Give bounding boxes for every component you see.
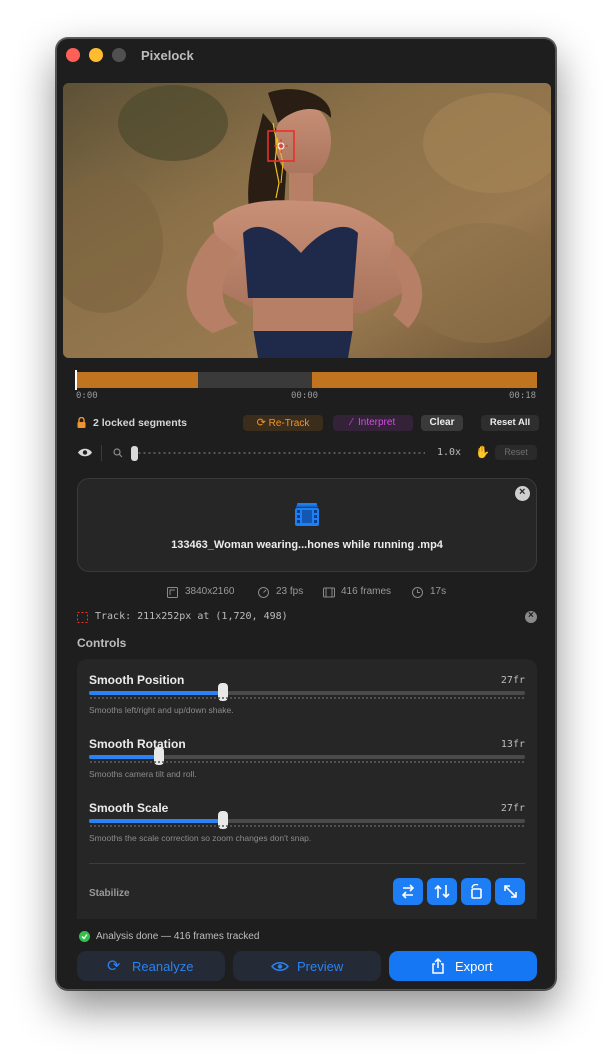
tracking-frame-icon xyxy=(77,612,88,623)
retrack-button[interactable]: ⟳ Re-Track xyxy=(243,415,323,431)
file-card[interactable]: 133463_Woman wearing...hones while runni… xyxy=(77,478,537,572)
playhead[interactable] xyxy=(75,370,77,390)
stabilize-label: Stabilize xyxy=(89,888,130,899)
minimize-window-button[interactable] xyxy=(89,48,103,62)
smooth-scale-control: Smooth Scale 27fr Smooths the scale corr… xyxy=(89,801,525,865)
window-title: Pixelock xyxy=(141,48,194,63)
export-button[interactable]: Export xyxy=(389,951,537,981)
zoom-value: 1.0x xyxy=(437,447,462,458)
hand-icon[interactable]: ✋ xyxy=(475,445,490,459)
slider-fill xyxy=(89,755,160,759)
zoom-reset-button[interactable]: Reset xyxy=(495,445,537,460)
reanalyze-button[interactable]: ⟳ Reanalyze xyxy=(77,951,225,981)
film-icon xyxy=(295,503,319,526)
control-description: Smooths the scale correction so zoom cha… xyxy=(89,833,312,843)
magnifier-icon xyxy=(113,448,123,458)
close-icon: × xyxy=(528,610,534,621)
resolution-icon xyxy=(167,587,178,598)
timeline-gap xyxy=(198,372,312,388)
control-value: 27fr xyxy=(500,675,525,686)
footer-bar: Analysis done — 416 frames tracked ⟳ Rea… xyxy=(57,919,555,989)
close-icon: × xyxy=(519,486,526,498)
slider-ticks xyxy=(89,825,525,827)
preview-button[interactable]: Preview xyxy=(233,951,381,981)
slider-ticks xyxy=(89,697,525,699)
eye-icon xyxy=(271,962,289,971)
control-description: Smooths left/right and up/down shake. xyxy=(89,705,234,715)
track-text: Track: 211x252px at (1,720, 498) xyxy=(95,611,288,622)
smooth-position-slider[interactable] xyxy=(89,683,525,701)
zoom-slider-track[interactable] xyxy=(137,452,425,454)
control-description: Smooths camera tilt and roll. xyxy=(89,769,197,779)
stabilize-vertical-button[interactable] xyxy=(427,878,457,905)
app-window: Pixelock 0:00 00:00 00:18 2 locked segme… xyxy=(56,38,556,990)
controls-heading: Controls xyxy=(77,636,127,650)
time-start: 0:00 xyxy=(76,391,98,401)
timeline-scrubber[interactable] xyxy=(75,370,537,390)
interpret-label: Interpret xyxy=(357,417,396,428)
clear-button[interactable]: Clear xyxy=(421,415,463,431)
clock-icon xyxy=(412,587,423,598)
zoom-controls: 1.0x ✋ Reset xyxy=(77,443,539,463)
locked-segments-label: 2 locked segments xyxy=(93,417,187,429)
zoom-window-button[interactable] xyxy=(112,48,126,62)
time-end: 00:18 xyxy=(509,391,537,401)
reset-all-button[interactable]: Reset All xyxy=(481,415,539,431)
zoom-slider-knob[interactable] xyxy=(131,446,138,461)
frames-icon xyxy=(323,587,335,598)
control-label: Smooth Scale xyxy=(89,801,169,815)
controls-panel: Smooth Position 27fr Smooths left/right … xyxy=(77,659,537,919)
refresh-icon: ⟳ xyxy=(107,958,121,975)
reanalyze-label: Reanalyze xyxy=(132,959,194,974)
divider xyxy=(101,445,102,461)
clear-track-button[interactable]: × xyxy=(525,610,537,623)
resolution-text: 3840x2160 xyxy=(185,586,235,597)
stabilize-scale-button[interactable] xyxy=(495,878,525,905)
swap-horizontal-icon xyxy=(401,884,415,899)
slider-fill xyxy=(89,819,223,823)
smooth-rotation-slider[interactable] xyxy=(89,747,525,765)
expand-diagonal-icon xyxy=(504,885,517,898)
slider-ticks xyxy=(89,761,525,763)
time-current: 00:00 xyxy=(291,391,319,401)
file-name: 133463_Woman wearing...hones while runni… xyxy=(171,539,443,551)
status-text: Analysis done — 416 frames tracked xyxy=(96,931,260,942)
duration-text: 17s xyxy=(430,586,447,597)
fps-text: 23 fps xyxy=(276,586,304,597)
video-preview[interactable] xyxy=(63,83,551,358)
segments-toolbar: 2 locked segments ⟳ Re-Track ⁄ Interpret… xyxy=(77,413,539,433)
export-label: Export xyxy=(455,959,493,974)
preview-label: Preview xyxy=(297,959,344,974)
refresh-icon: ⟳ xyxy=(256,417,266,429)
stabilize-rotation-button[interactable] xyxy=(461,878,491,905)
swap-vertical-icon xyxy=(434,884,450,899)
smooth-scale-slider[interactable] xyxy=(89,811,525,829)
timeline-segment[interactable] xyxy=(312,372,537,388)
checkmark-icon xyxy=(79,931,90,942)
close-window-button[interactable] xyxy=(66,48,80,62)
retrack-label: Re-Track xyxy=(268,418,310,429)
control-label: Smooth Rotation xyxy=(89,737,186,751)
share-icon xyxy=(432,958,444,974)
control-label: Smooth Position xyxy=(89,673,185,687)
eye-icon[interactable] xyxy=(77,447,93,458)
timeline-segment[interactable] xyxy=(76,372,198,388)
divider xyxy=(89,863,525,864)
track-info: Track: 211x252px at (1,720, 498) × xyxy=(77,610,537,625)
title-bar: Pixelock xyxy=(57,39,555,73)
control-value: 27fr xyxy=(500,803,525,814)
remove-file-button[interactable]: × xyxy=(515,486,530,501)
control-value: 13fr xyxy=(500,739,525,750)
magic-wand-icon: ⁄ xyxy=(350,417,353,428)
interpret-button[interactable]: ⁄ Interpret xyxy=(333,415,413,431)
slider-fill xyxy=(89,691,223,695)
lock-icon xyxy=(77,417,86,428)
stabilize-horizontal-button[interactable] xyxy=(393,878,423,905)
gauge-icon xyxy=(258,587,269,598)
frames-text: 416 frames xyxy=(341,586,392,597)
smooth-position-control: Smooth Position 27fr Smooths left/right … xyxy=(89,673,525,737)
rotate-icon xyxy=(471,884,482,899)
smooth-rotation-control: Smooth Rotation 13fr Smooths camera tilt… xyxy=(89,737,525,801)
